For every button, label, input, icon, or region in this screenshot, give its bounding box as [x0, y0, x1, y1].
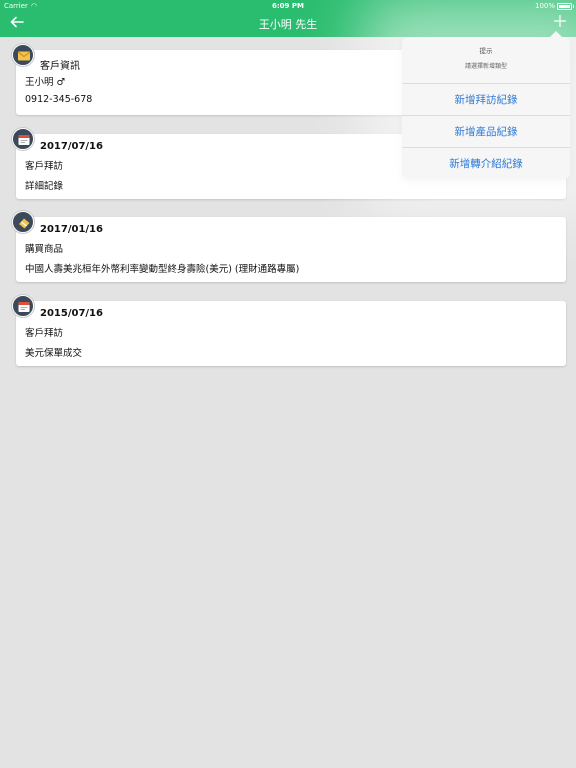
clock: 6:09 PM [272, 2, 304, 10]
record-detail: 詳細記錄 [25, 181, 64, 192]
record-date: 2017/01/16 [40, 224, 103, 235]
add-visit-record-button[interactable]: 新增拜訪紀錄 [402, 83, 570, 115]
record-type: 客戶拜訪 [25, 328, 64, 339]
record-type: 客戶拜訪 [25, 161, 64, 172]
page-title: 王小明 先生 [258, 18, 318, 31]
status-bar: Carrier ◠ 6:09 PM 100% [0, 0, 576, 12]
battery-indicator: 100% [534, 2, 574, 10]
calendar-icon [12, 295, 34, 317]
record-date: 2015/07/16 [40, 308, 103, 319]
add-referral-record-button[interactable]: 新增轉介紹紀錄 [402, 147, 570, 179]
product-box-icon [12, 211, 34, 233]
visit-record-card[interactable]: 2015/07/16 客戶拜訪 美元保單成交 [16, 301, 566, 366]
customer-phone: 0912-345-678 [25, 94, 93, 105]
plus-icon[interactable] [553, 14, 567, 28]
battery-percent: 100% [534, 2, 555, 10]
calendar-icon [12, 128, 34, 150]
record-type: 購買商品 [25, 244, 64, 255]
product-name: 中國人壽美兆桓年外幣利率變動型終身壽險(美元) (理財通路專屬) [25, 264, 300, 275]
navigation-bar: Carrier ◠ 6:09 PM 100% 王小明 先生 [0, 0, 576, 37]
add-product-record-button[interactable]: 新增產品紀錄 [402, 115, 570, 147]
popover-title: 提示 [479, 47, 493, 55]
record-date: 2017/07/16 [40, 141, 103, 152]
card-title: 客戶資訊 [40, 61, 80, 72]
battery-icon [557, 2, 574, 10]
envelope-icon [12, 44, 34, 66]
popover-arrow [549, 31, 563, 38]
popover-message: 請選擇新增類型 [464, 63, 507, 70]
add-record-popover: 提示 請選擇新增類型 新增拜訪紀錄 新增產品紀錄 新增轉介紹紀錄 [402, 31, 570, 179]
customer-name: 王小明 ♂ [25, 77, 66, 88]
purchase-record-card[interactable]: 2017/01/16 購買商品 中國人壽美兆桓年外幣利率變動型終身壽險(美元) … [16, 217, 566, 282]
record-detail: 美元保單成交 [25, 348, 83, 359]
